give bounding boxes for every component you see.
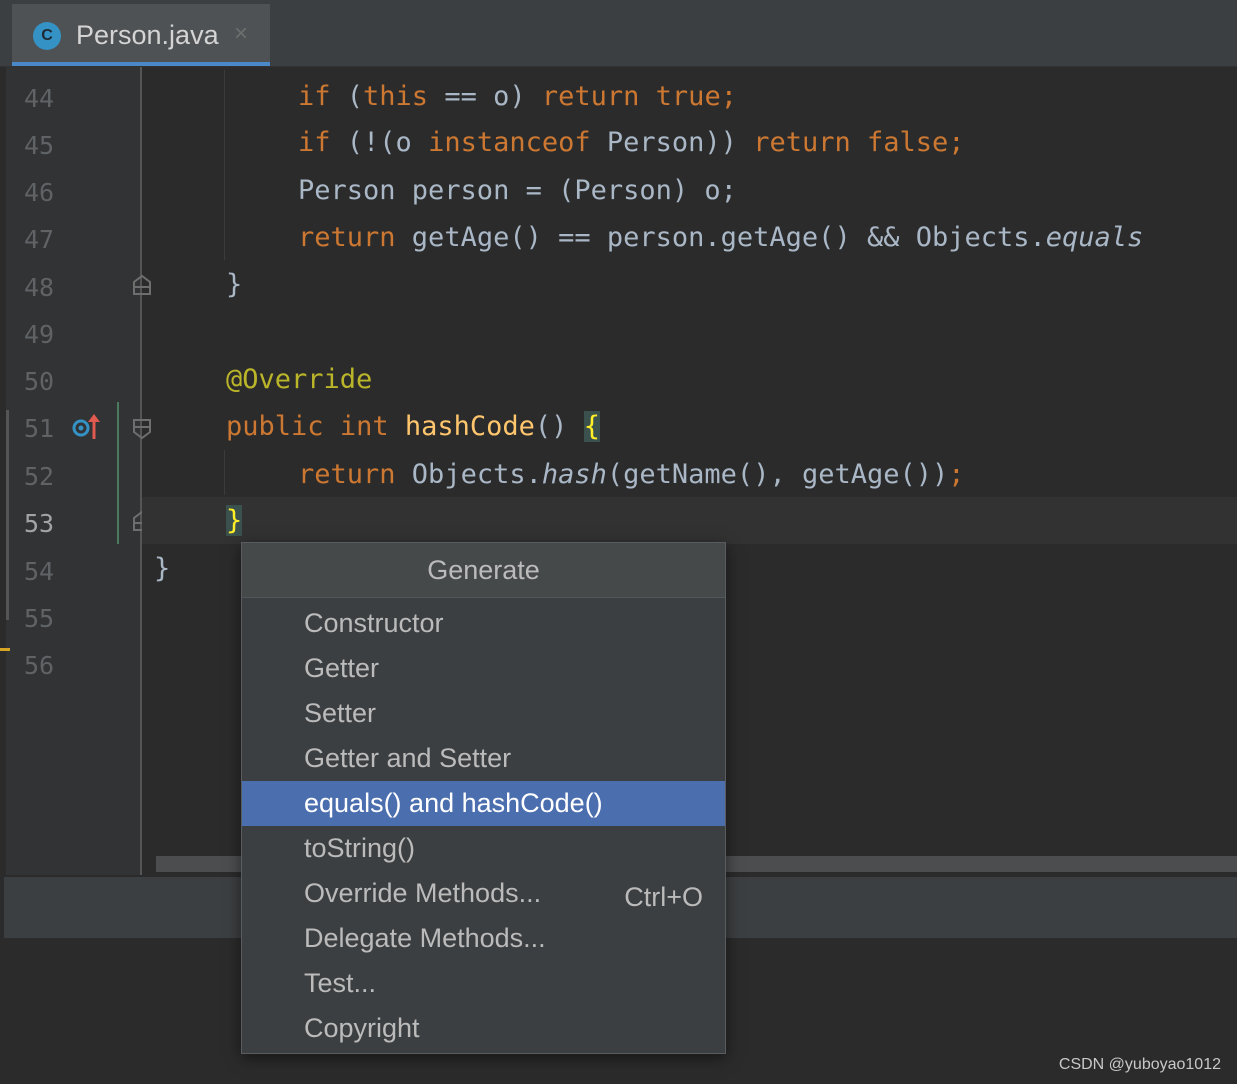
line-number[interactable]: 46 <box>24 178 64 207</box>
line-number[interactable]: 53 <box>24 509 64 538</box>
code-line-46[interactable]: Person person = (Person) o; <box>154 168 737 214</box>
menu-item-label: Setter <box>304 698 377 728</box>
line-number[interactable]: 44 <box>24 84 64 113</box>
generate-menu-item[interactable]: toString() <box>242 826 725 871</box>
generate-menu-item[interactable]: Copyright <box>242 1006 725 1051</box>
line-number[interactable]: 49 <box>24 320 64 349</box>
menu-item-label: Delegate Methods... <box>304 923 546 953</box>
generate-menu-item[interactable]: equals() and hashCode() <box>242 781 725 826</box>
line-number[interactable]: 47 <box>24 225 64 254</box>
watermark: CSDN @yuboyao1012 <box>1058 1056 1221 1073</box>
code-line-54[interactable]: } <box>154 546 170 592</box>
menu-item-label: Copyright <box>304 1013 420 1043</box>
menu-item-label: equals() and hashCode() <box>304 788 603 818</box>
line-number[interactable]: 50 <box>24 367 64 396</box>
generate-menu-item[interactable]: Override Methods... Ctrl+O <box>242 871 725 916</box>
java-class-icon: C <box>33 22 61 50</box>
active-tab-indicator <box>12 62 270 66</box>
fold-start-icon[interactable] <box>132 418 152 440</box>
code-line-53[interactable]: } <box>154 498 243 544</box>
generate-popup[interactable]: Generate Constructor Getter Setter Getter a… <box>241 542 726 1054</box>
line-number[interactable]: 52 <box>24 462 64 491</box>
override-marker-icon[interactable] <box>72 413 102 441</box>
generate-menu-item[interactable]: Getter <box>242 646 725 691</box>
close-icon[interactable]: × <box>234 20 248 48</box>
warning-marker <box>0 648 10 651</box>
line-number[interactable]: 51 <box>24 414 64 443</box>
code-line-50[interactable]: @Override <box>154 357 372 403</box>
code-line-48[interactable]: } <box>154 262 242 308</box>
menu-item-label: Getter <box>304 653 380 683</box>
popup-title: Generate <box>242 543 725 598</box>
menu-item-label: Getter and Setter <box>304 743 512 773</box>
tab-person-java[interactable]: C Person.java × <box>12 4 270 66</box>
generate-menu-item[interactable]: Setter <box>242 691 725 736</box>
change-marker <box>6 410 9 620</box>
line-number[interactable]: 48 <box>24 273 64 302</box>
current-line-highlight <box>142 497 1237 544</box>
line-number[interactable]: 45 <box>24 131 64 160</box>
line-number[interactable]: 56 <box>24 651 64 680</box>
menu-item-label: Test... <box>304 968 377 998</box>
code-line-52[interactable]: return Objects.hash(getName(), getAge())… <box>154 452 965 498</box>
code-line-44[interactable]: if (this == o) return true; <box>154 74 737 120</box>
menu-item-shortcut: Ctrl+O <box>624 882 703 912</box>
gutter-border <box>140 67 142 875</box>
fold-end-icon[interactable] <box>132 274 152 296</box>
generate-menu-list: Constructor Getter Setter Getter and Setter… <box>242 598 725 1051</box>
menu-item-label: Constructor <box>304 608 444 638</box>
menu-item-label: toString() <box>304 833 416 863</box>
editor-gutter <box>0 67 142 875</box>
change-marker <box>117 402 119 544</box>
code-line-51[interactable]: public int hashCode() { <box>154 404 600 450</box>
tab-title: Person.java <box>76 20 219 50</box>
code-line-45[interactable]: if (!(o instanceof Person)) return false… <box>154 120 965 166</box>
menu-item-label: Override Methods... <box>304 878 542 908</box>
generate-menu-item[interactable]: Test... <box>242 961 725 1006</box>
generate-menu-item[interactable]: Constructor <box>242 601 725 646</box>
generate-menu-item[interactable]: Getter and Setter <box>242 736 725 781</box>
line-number[interactable]: 55 <box>24 604 64 633</box>
line-number[interactable]: 54 <box>24 557 64 586</box>
generate-menu-item[interactable]: Delegate Methods... <box>242 916 725 961</box>
editor-tab-bar: C Person.java × <box>0 0 1237 67</box>
code-line-47[interactable]: return getAge() == person.getAge() && Ob… <box>154 215 1143 261</box>
